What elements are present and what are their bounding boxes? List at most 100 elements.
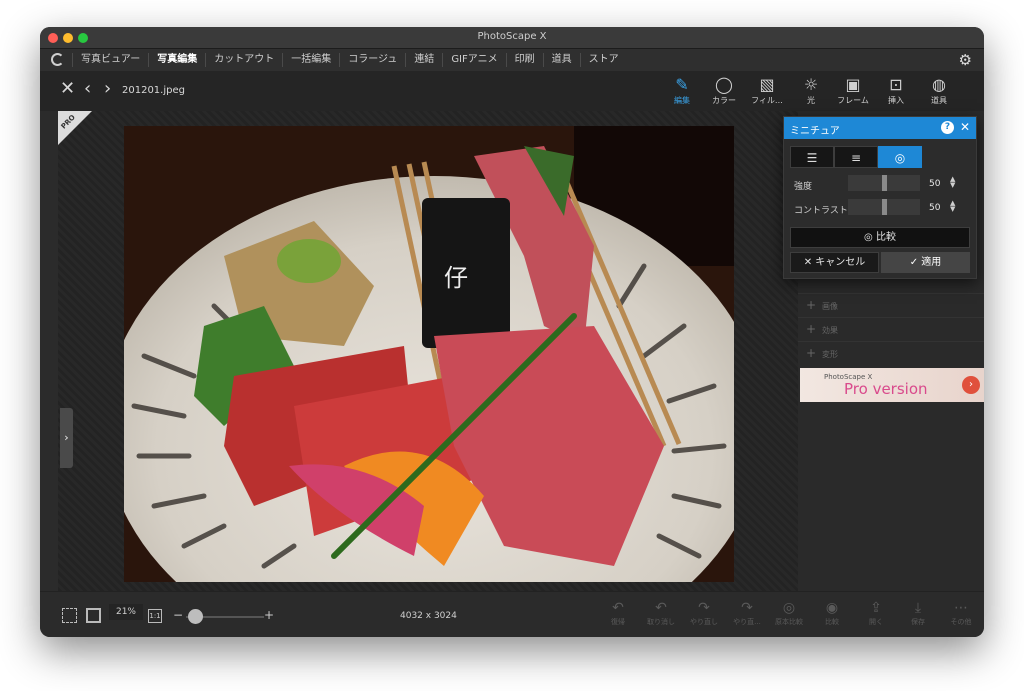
strength-label: 強度 — [794, 182, 813, 192]
bottom-action-button[interactable]: ↶ 取り消し — [639, 598, 683, 627]
menu-item[interactable]: 写真編集 — [148, 53, 205, 67]
strength-slider[interactable] — [848, 175, 920, 191]
menu-item[interactable]: 写真ビュアー — [72, 53, 148, 67]
tool-tab-label: フレーム — [837, 96, 869, 105]
filter-lines-icon[interactable]: ☰ — [790, 146, 834, 168]
arrow-right-icon[interactable]: › — [962, 376, 980, 394]
contrast-slider[interactable] — [848, 199, 920, 215]
bottom-bar: 21% 1:1 − + 4032 x 3024 ↶ 復帰 ↶ 取り消し ↷ やり直し ↷ やり… — [40, 591, 984, 637]
adjustment-row[interactable]: + 画像 — [798, 293, 984, 317]
tool-tab[interactable]: ▧ フィル… — [745, 74, 789, 106]
contrast-stepper-icon[interactable]: ▲ ▼ — [950, 200, 955, 213]
light-icon: ☼ — [803, 75, 819, 94]
menu-item[interactable]: 印刷 — [505, 53, 543, 67]
open-icon: ⇪ — [870, 600, 882, 616]
dialog-title: ミニチュア — [790, 126, 840, 137]
bottom-action-label: その他 — [950, 618, 972, 626]
strength-value[interactable]: 50 — [929, 179, 940, 189]
revert-icon: ↶ — [612, 600, 624, 616]
menu-items: 写真ビュアー 写真編集 カットアウト 一括編集 コラージュ 連結 GIFアニメ 印刷 道具 ストア — [72, 53, 627, 67]
bottom-action-button[interactable]: ⋯ その他 — [939, 598, 983, 627]
filter-icon: ▧ — [759, 75, 775, 94]
menu-item[interactable]: コラージュ — [339, 53, 405, 67]
plus-icon[interactable]: + — [806, 323, 816, 335]
dialog-header: ミニチュア ? ✕ — [784, 117, 976, 139]
image-dimensions: 4032 x 3024 — [400, 611, 457, 621]
redo-all-icon: ↷ — [741, 600, 753, 616]
miniature-dialog: ミニチュア ? ✕ ☰ ≡ ◎ 強度 50 ▲ ▼ コントラスト 50 ▲ ▼ ◎ … — [783, 116, 977, 279]
zoom-out-icon[interactable]: − — [173, 608, 183, 622]
tool-tab[interactable]: ▣ フレーム — [831, 74, 875, 106]
app-logo-icon[interactable] — [51, 53, 64, 66]
tool-tab[interactable]: ◯ カラー — [702, 74, 746, 106]
plus-icon[interactable]: + — [806, 299, 816, 311]
chevron-right-icon[interactable]: › — [104, 79, 111, 99]
food-photo: 仔 — [124, 126, 734, 582]
check-icon: ✓ — [909, 257, 919, 268]
tool-tab[interactable]: ✎ 編集 — [660, 74, 704, 106]
pro-badge: PRO — [58, 111, 92, 145]
bottom-action-button[interactable]: ⤓ 保存 — [896, 598, 940, 627]
close-icon[interactable]: ✕ — [960, 120, 970, 135]
tool-tab[interactable]: ◍ 道具 — [917, 74, 961, 106]
menu-item[interactable]: 道具 — [542, 53, 580, 67]
menu-lines-icon[interactable]: ≡ — [834, 146, 878, 168]
menu-item[interactable]: 一括編集 — [282, 53, 339, 67]
apply-button[interactable]: ✓ 適用 — [881, 252, 970, 273]
file-name: 201201.jpeg — [122, 85, 185, 96]
adjustment-row[interactable]: + 変形 — [798, 341, 984, 365]
bottom-action-button[interactable]: ↷ やり直... — [725, 598, 769, 627]
tool-tab-label: 挿入 — [888, 96, 904, 105]
selection-icon[interactable] — [62, 608, 77, 623]
close-icon[interactable]: ✕ — [60, 79, 75, 99]
adjustment-row-label: 効果 — [822, 326, 838, 335]
plus-icon[interactable]: + — [806, 347, 816, 359]
menu-item[interactable]: ストア — [579, 53, 627, 67]
bottom-action-button[interactable]: ◎ 原本比較 — [767, 598, 811, 627]
undo-icon: ↶ — [655, 600, 667, 616]
bottom-action-button[interactable]: ↷ やり直し — [682, 598, 726, 627]
title-bar: PhotoScape X — [40, 27, 984, 49]
circle-target-icon[interactable]: ◎ — [878, 146, 922, 168]
sidebar-toggle-button[interactable]: › — [60, 408, 73, 468]
cancel-button[interactable]: ✕ キャンセル — [790, 252, 879, 273]
bottom-action-button[interactable]: ⇪ 開く — [854, 598, 898, 627]
photo-image[interactable]: 仔 — [124, 126, 734, 582]
help-icon[interactable]: ? — [941, 121, 954, 134]
gear-icon[interactable]: ⚙ — [959, 52, 972, 68]
bottom-action-button[interactable]: ↶ 復帰 — [596, 598, 640, 627]
tool-tab[interactable]: ☼ 光 — [789, 74, 833, 106]
menu-item[interactable]: カットアウト — [205, 53, 282, 67]
zoom-in-icon[interactable]: + — [264, 608, 274, 622]
adjustment-row-label: 画像 — [822, 302, 838, 311]
bottom-action-label: 開く — [869, 618, 883, 626]
chevron-left-icon[interactable]: ‹ — [84, 79, 91, 99]
window-title: PhotoScape X — [477, 31, 547, 42]
slider-handle[interactable] — [882, 175, 887, 191]
more-icon: ⋯ — [954, 600, 968, 616]
tool-tab-label: 光 — [807, 96, 815, 105]
zoom-value[interactable]: 21% — [109, 604, 143, 620]
adjustment-row[interactable]: + 効果 — [798, 317, 984, 341]
compare-icon: ◎ — [864, 232, 873, 243]
contrast-value[interactable]: 50 — [929, 203, 940, 213]
bottom-action-label: 原本比較 — [775, 618, 803, 626]
app-window: PhotoScape X 写真ビュアー 写真編集 カットアウト 一括編集 コラージュ 連結… — [40, 27, 984, 637]
slider-handle[interactable] — [882, 199, 887, 215]
compare-button[interactable]: ◎ 比較 — [790, 227, 970, 248]
bottom-action-label: 比較 — [825, 618, 839, 626]
color-circle-icon: ◯ — [715, 75, 733, 94]
editor-toolbar: ✕ ‹ › 201201.jpeg ✎ 編集 ◯ カラー ▧ フィル… ☼ 光 ▣ フレーム ⊡ 挿入… — [40, 71, 984, 111]
bottom-action-label: やり直... — [733, 618, 761, 626]
redo-icon: ↷ — [698, 600, 710, 616]
menu-item[interactable]: GIFアニメ — [442, 53, 505, 67]
menu-item[interactable]: 連結 — [405, 53, 442, 67]
pro-version-banner[interactable]: PhotoScape X Pro version › — [800, 368, 984, 402]
zoom-slider-thumb[interactable] — [188, 609, 203, 624]
bottom-action-button[interactable]: ◉ 比較 — [810, 598, 854, 627]
strength-stepper-icon[interactable]: ▲ ▼ — [950, 176, 955, 189]
fit-frame-icon[interactable] — [86, 608, 101, 623]
tool-tab-label: フィル… — [751, 96, 783, 105]
actual-size-button[interactable]: 1:1 — [148, 609, 162, 623]
tool-tab[interactable]: ⊡ 挿入 — [874, 74, 918, 106]
